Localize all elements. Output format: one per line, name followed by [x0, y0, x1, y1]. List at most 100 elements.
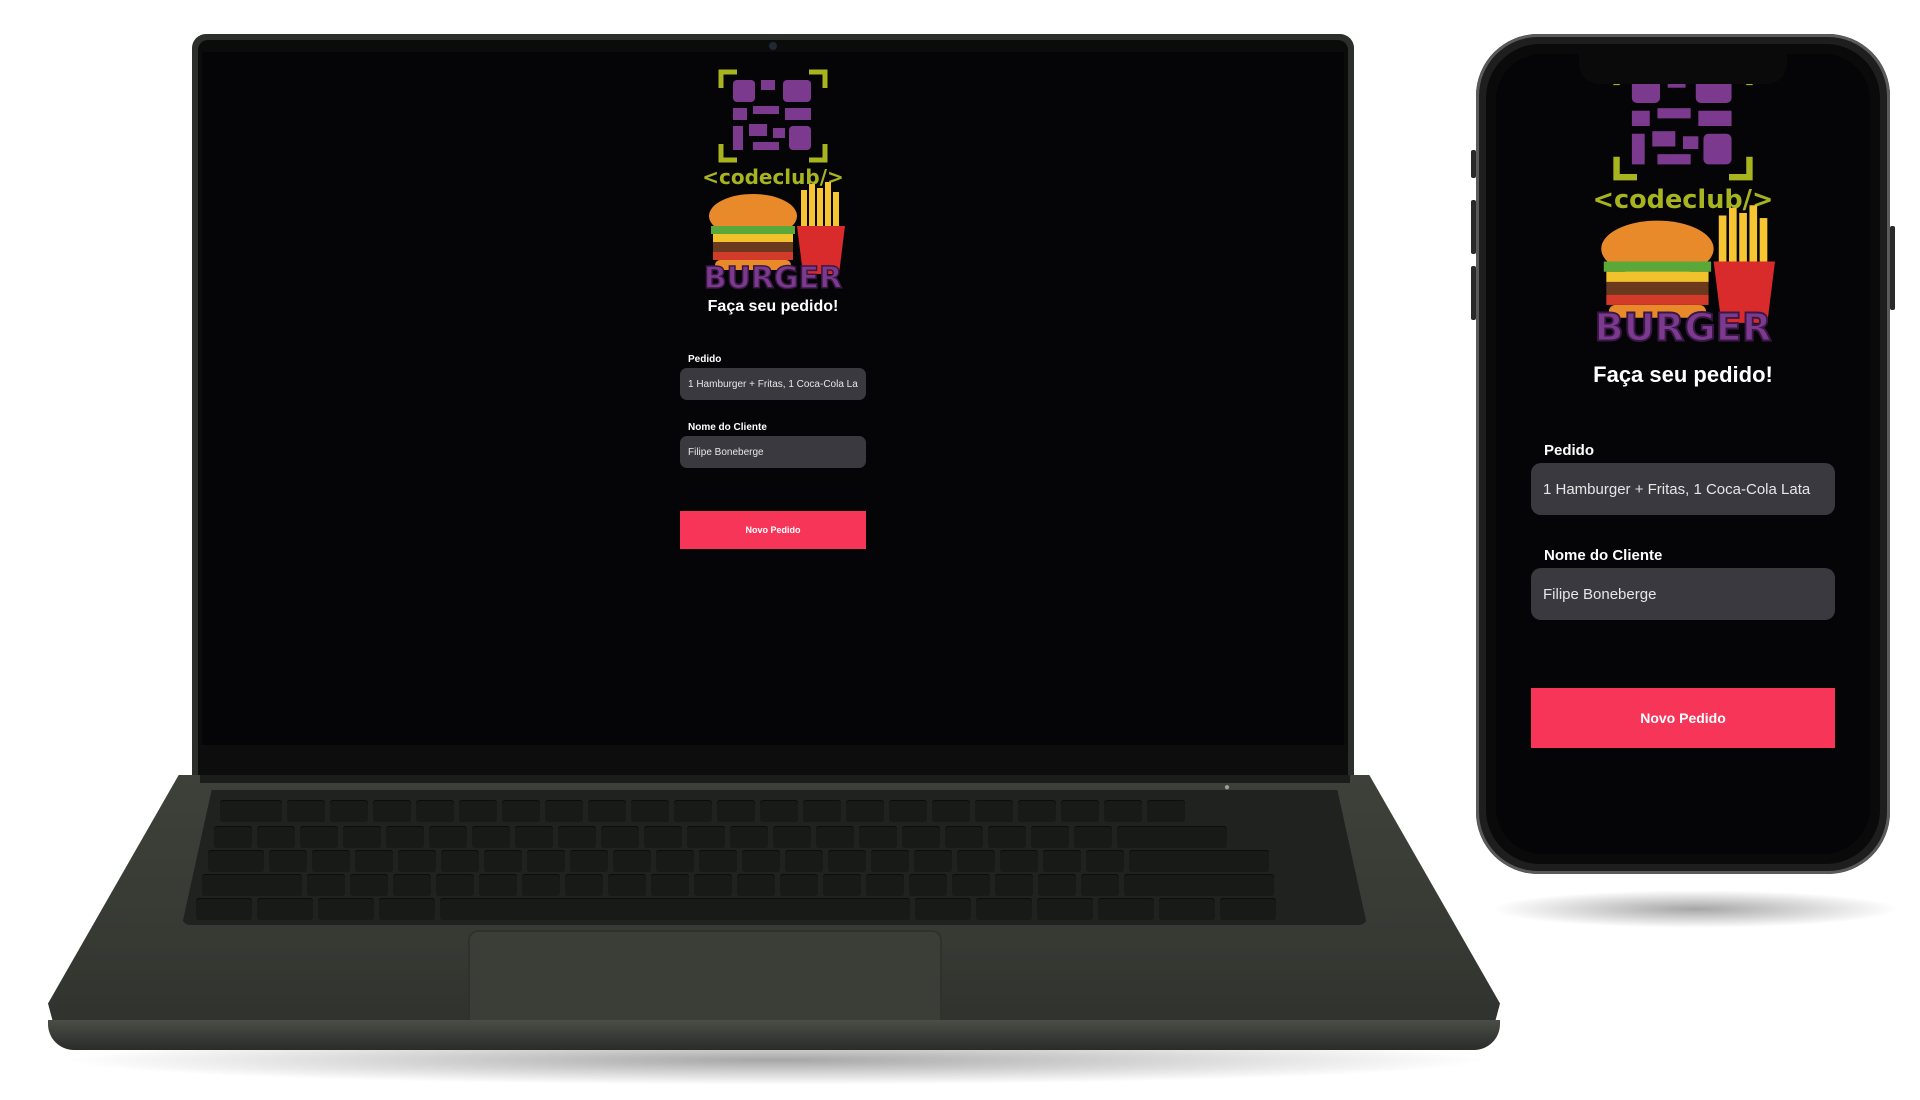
key: [1098, 898, 1154, 920]
svg-text:<codeclub/>: <codeclub/>: [702, 165, 844, 189]
key: [393, 874, 431, 896]
key: [479, 874, 517, 896]
key: [601, 826, 639, 848]
key: [1037, 898, 1093, 920]
customer-label: Nome do Cliente: [688, 422, 767, 433]
key: [1081, 874, 1119, 896]
key: [803, 800, 841, 822]
key: [545, 800, 583, 822]
page-title: Faça seu pedido!: [707, 298, 839, 315]
svg-text:BURGER: BURGER: [1594, 306, 1771, 351]
key: [300, 826, 338, 848]
key: [975, 800, 1013, 822]
key: [398, 850, 436, 872]
key: [1147, 800, 1185, 822]
key: [631, 800, 669, 822]
key: [1043, 850, 1081, 872]
key: [694, 874, 732, 896]
key: [613, 850, 651, 872]
key: [318, 898, 374, 920]
phone-app: <codeclub/> BURGER Faça seu pedido! Pedi…: [1496, 61, 1870, 748]
key: [742, 850, 780, 872]
phone-notch: [1579, 54, 1787, 84]
codeclub-burger-logo-icon: <codeclub/> BURGER: [1593, 61, 1775, 352]
key: [909, 874, 947, 896]
key: [828, 850, 866, 872]
laptop-screen: <codeclub/> BURGER Faça seu pedido! Pedi…: [202, 52, 1344, 745]
order-input[interactable]: [1531, 463, 1835, 515]
laptop-touchpad: [468, 930, 942, 1034]
key: [459, 800, 497, 822]
order-form: Pedido Nome do Cliente Novo Pedido: [1531, 442, 1835, 748]
key: [257, 898, 313, 920]
key: [269, 850, 307, 872]
key: [379, 898, 435, 920]
key: [565, 874, 603, 896]
phone-shadow: [1490, 890, 1900, 928]
key: [785, 850, 823, 872]
key: [957, 850, 995, 872]
customer-name-input[interactable]: [1531, 568, 1835, 620]
order-label: Pedido: [1544, 442, 1595, 459]
key: [737, 874, 775, 896]
key: [196, 898, 252, 920]
key: [522, 874, 560, 896]
order-label: Pedido: [688, 354, 722, 365]
key: [343, 826, 381, 848]
key: [570, 850, 608, 872]
svg-text:<codeclub/>: <codeclub/>: [1593, 185, 1774, 215]
order-form: Pedido Nome do Cliente Novo Pedido: [680, 354, 866, 549]
key: [330, 800, 368, 822]
laptop-front-edge: [48, 1020, 1500, 1050]
key: [1000, 850, 1038, 872]
phone-screen: <codeclub/> BURGER Faça seu pedido! Pedi…: [1496, 54, 1870, 854]
key: [1117, 826, 1227, 848]
key: [1074, 826, 1112, 848]
new-order-button[interactable]: Novo Pedido: [680, 511, 866, 549]
key: [1104, 800, 1142, 822]
key: [214, 826, 252, 848]
key: [527, 850, 565, 872]
key: [1159, 898, 1215, 920]
key: [1086, 850, 1124, 872]
codeclub-logo: <codeclub/> BURGER: [683, 66, 863, 296]
key: [945, 826, 983, 848]
key: [312, 850, 350, 872]
laptop-keyboard: [182, 790, 1367, 925]
codeclub-burger-logo-icon: <codeclub/> BURGER: [702, 69, 845, 296]
laptop-hinge: [200, 775, 1350, 783]
order-input[interactable]: [680, 368, 866, 400]
key: [436, 874, 474, 896]
key: [1124, 874, 1274, 896]
key: [1031, 826, 1069, 848]
key: [588, 800, 626, 822]
key: [952, 874, 990, 896]
new-order-button[interactable]: Novo Pedido: [1531, 688, 1835, 748]
key: [656, 850, 694, 872]
key: [995, 874, 1033, 896]
key: [502, 800, 540, 822]
key: [932, 800, 970, 822]
key: [386, 826, 424, 848]
key: [429, 826, 467, 848]
key: [416, 800, 454, 822]
key: [558, 826, 596, 848]
key: [816, 826, 854, 848]
key: [257, 826, 295, 848]
key: [1061, 800, 1099, 822]
customer-name-input[interactable]: [680, 436, 866, 468]
key: [859, 826, 897, 848]
phone-power-button: [1890, 226, 1895, 310]
key: [644, 826, 682, 848]
key: [866, 874, 904, 896]
key: [472, 826, 510, 848]
spacebar: [440, 898, 910, 920]
codeclub-logo: <codeclub/> BURGER: [1568, 54, 1798, 356]
key: [307, 874, 345, 896]
key: [515, 826, 553, 848]
key: [1220, 898, 1276, 920]
key: [914, 850, 952, 872]
svg-text:BURGER: BURGER: [704, 261, 843, 296]
key: [373, 800, 411, 822]
key: [1129, 850, 1269, 872]
